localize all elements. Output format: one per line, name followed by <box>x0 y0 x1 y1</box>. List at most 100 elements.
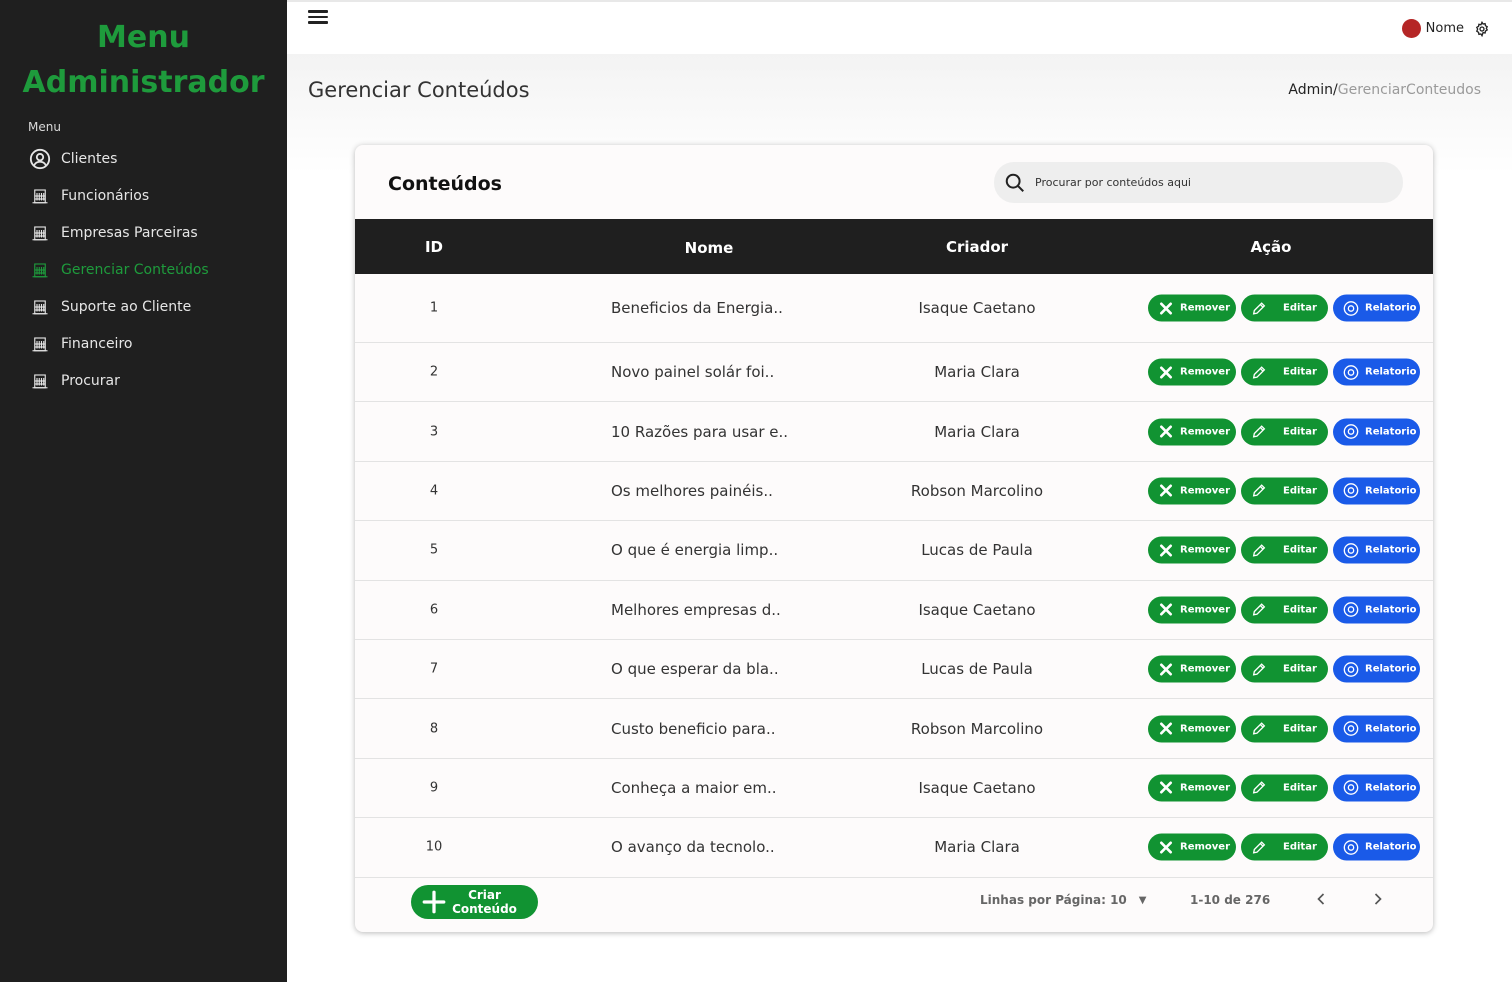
pencil-icon <box>1251 661 1267 677</box>
edit-button[interactable]: Editar <box>1241 418 1328 446</box>
sidebar-item-label: Financeiro <box>61 336 133 352</box>
report-button[interactable]: Relatorio <box>1333 655 1420 683</box>
remove-button[interactable]: Remover <box>1148 655 1236 683</box>
edit-button[interactable]: Editar <box>1241 655 1328 683</box>
remove-button[interactable]: Remover <box>1148 536 1236 564</box>
table-footer: Criar Conteúdo Linhas por Página: 10 ▼ 1… <box>355 878 1433 932</box>
remove-label: Remover <box>1180 366 1231 378</box>
cell-name: 10 Razões para usar e.. <box>611 422 789 441</box>
report-label: Relatorio <box>1365 841 1417 853</box>
cell-name: O que é energia limp.. <box>611 541 779 560</box>
remove-button[interactable]: Remover <box>1148 833 1236 861</box>
table-row: 3 10 Razões para usar e.. Maria Clara Remov… <box>355 402 1433 462</box>
report-label: Relatorio <box>1365 302 1417 314</box>
report-button[interactable]: Relatorio <box>1333 536 1420 564</box>
brand-line-2: Administrador <box>22 65 265 100</box>
pencil-icon <box>1251 300 1267 316</box>
edit-button[interactable]: Editar <box>1241 294 1328 322</box>
sidebar-item-empresas-parceiras[interactable]: Empresas Parceiras <box>28 220 268 246</box>
cell-creator: Lucas de Paula <box>921 541 1033 560</box>
table-row: 7 O que esperar da bla.. Lucas de Paula Rem… <box>355 640 1433 700</box>
cell-id: 4 <box>429 483 439 499</box>
remove-button[interactable]: Remover <box>1148 774 1236 802</box>
report-button[interactable]: Relatorio <box>1333 596 1420 624</box>
close-icon <box>1158 300 1174 316</box>
sidebar-item-funcionarios[interactable]: Funcionários <box>28 183 268 209</box>
remove-label: Remover <box>1180 604 1231 616</box>
remove-button[interactable]: Remover <box>1148 477 1236 505</box>
remove-label: Remover <box>1180 544 1231 556</box>
pencil-icon <box>1251 542 1267 558</box>
breadcrumb-current: GerenciarConteudos <box>1337 82 1481 98</box>
gear-icon[interactable] <box>1474 20 1490 37</box>
eye-icon <box>1343 364 1359 380</box>
table-row: 1 Beneficios da Energia.. Isaque Caetano Re… <box>355 274 1433 343</box>
remove-button[interactable]: Remover <box>1148 418 1236 446</box>
building-icon <box>28 184 52 208</box>
sidebar: Menu Administrador Menu Clientes Funcioná… <box>0 0 287 982</box>
eye-icon <box>1343 424 1359 440</box>
cell-id: 7 <box>429 661 439 677</box>
edit-button[interactable]: Editar <box>1241 774 1328 802</box>
cell-name: Novo painel solár foi.. <box>611 363 775 382</box>
report-button[interactable]: Relatorio <box>1333 418 1420 446</box>
column-header-name[interactable]: Nome <box>655 239 763 257</box>
remove-button[interactable]: Remover <box>1148 358 1236 386</box>
eye-icon <box>1343 602 1359 618</box>
edit-button[interactable]: Editar <box>1241 536 1328 564</box>
create-content-button[interactable]: Criar Conteúdo <box>411 885 538 919</box>
cell-name: O avanço da tecnolo.. <box>611 838 775 857</box>
edit-button[interactable]: Editar <box>1241 833 1328 861</box>
sidebar-item-gerenciar-conteudos[interactable]: Gerenciar Conteúdos <box>28 257 268 283</box>
report-button[interactable]: Relatorio <box>1333 715 1420 743</box>
edit-label: Editar <box>1283 544 1317 556</box>
row-actions: Remover Editar Relatorio <box>1148 596 1425 624</box>
column-header-id[interactable]: ID <box>419 238 449 256</box>
cell-id: 1 <box>429 300 439 316</box>
chevron-right-icon[interactable] <box>1368 889 1388 909</box>
rows-per-page-select[interactable]: Linhas por Página: 10 ▼ <box>980 893 1147 907</box>
report-label: Relatorio <box>1365 485 1417 497</box>
caret-down-icon: ▼ <box>1138 894 1147 906</box>
breadcrumb-root[interactable]: Admin <box>1288 82 1333 98</box>
search-input[interactable] <box>1035 176 1375 189</box>
sidebar-item-clientes[interactable]: Clientes <box>28 146 268 172</box>
edit-label: Editar <box>1283 841 1317 853</box>
chevron-left-icon[interactable] <box>1311 889 1331 909</box>
report-button[interactable]: Relatorio <box>1333 774 1420 802</box>
remove-button[interactable]: Remover <box>1148 294 1236 322</box>
cell-id: 10 <box>425 839 443 855</box>
sidebar-item-suporte-ao-cliente[interactable]: Suporte ao Cliente <box>28 294 268 320</box>
cell-creator: Robson Marcolino <box>910 481 1044 500</box>
cell-name: Beneficios da Energia.. <box>611 299 783 317</box>
cell-name: Melhores empresas d.. <box>611 600 781 619</box>
building-icon <box>28 295 52 319</box>
cell-creator: Lucas de Paula <box>921 660 1033 679</box>
report-button[interactable]: Relatorio <box>1333 294 1420 322</box>
pencil-icon <box>1251 483 1267 499</box>
remove-button[interactable]: Remover <box>1148 715 1236 743</box>
sidebar-item-financeiro[interactable]: Financeiro <box>28 331 268 357</box>
remove-button[interactable]: Remover <box>1148 596 1236 624</box>
building-icon <box>28 332 52 356</box>
report-button[interactable]: Relatorio <box>1333 833 1420 861</box>
cell-id: 2 <box>429 364 439 380</box>
edit-button[interactable]: Editar <box>1241 477 1328 505</box>
report-label: Relatorio <box>1365 782 1417 794</box>
report-button[interactable]: Relatorio <box>1333 358 1420 386</box>
remove-label: Remover <box>1180 723 1231 735</box>
brand-line-1: Menu <box>97 20 190 55</box>
edit-button[interactable]: Editar <box>1241 358 1328 386</box>
user-menu[interactable]: Nome <box>1401 19 1490 38</box>
page-title: Gerenciar Conteúdos <box>308 78 530 102</box>
remove-label: Remover <box>1180 841 1231 853</box>
report-button[interactable]: Relatorio <box>1333 477 1420 505</box>
hamburger-menu-icon[interactable] <box>308 10 328 26</box>
edit-button[interactable]: Editar <box>1241 596 1328 624</box>
sidebar-item-procurar[interactable]: Procurar <box>28 368 268 394</box>
pencil-icon <box>1251 602 1267 618</box>
edit-button[interactable]: Editar <box>1241 715 1328 743</box>
column-header-creator[interactable]: Criador <box>875 238 1079 256</box>
search-bar[interactable] <box>994 162 1403 203</box>
main-content: Gerenciar Conteúdos Admin/GerenciarConte… <box>287 54 1512 982</box>
